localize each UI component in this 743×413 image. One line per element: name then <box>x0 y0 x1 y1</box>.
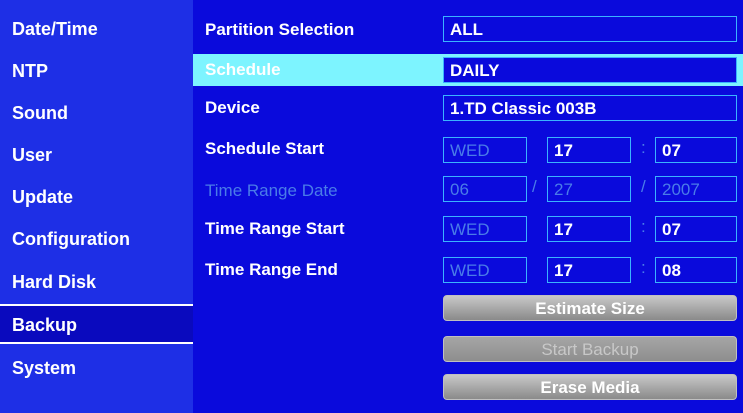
time-range-end-minute-field[interactable]: 08 <box>655 257 737 283</box>
time-range-start-day-field[interactable]: WED <box>443 216 527 242</box>
time-range-end-label: Time Range End <box>205 260 338 279</box>
time-range-start-colon: : <box>641 217 646 236</box>
schedule-field[interactable]: DAILY <box>443 57 737 83</box>
sidebar-item-update[interactable]: Update <box>0 176 193 218</box>
time-range-end-day-field[interactable]: WED <box>443 257 527 283</box>
device-field[interactable]: 1.TD Classic 003B <box>443 95 737 121</box>
sidebar-item-hard-disk[interactable]: Hard Disk <box>0 261 193 303</box>
sidebar-menu: Date/Time NTP Sound User Update Configur… <box>0 0 193 413</box>
time-range-date-slash-1: / <box>532 177 537 196</box>
sidebar-item-user[interactable]: User <box>0 134 193 176</box>
time-range-end-colon: : <box>641 258 646 277</box>
time-range-month-field[interactable]: 06 <box>443 176 527 202</box>
start-backup-button[interactable]: Start Backup <box>443 336 737 362</box>
partition-selection-label: Partition Selection <box>205 20 355 39</box>
sidebar-item-configuration[interactable]: Configuration <box>0 218 193 260</box>
time-range-year-field[interactable]: 2007 <box>655 176 737 202</box>
schedule-label: Schedule <box>205 60 281 79</box>
erase-media-button[interactable]: Erase Media <box>443 374 737 400</box>
schedule-start-day-field[interactable]: WED <box>443 137 527 163</box>
time-range-start-label: Time Range Start <box>205 219 345 238</box>
sidebar-item-backup[interactable]: Backup <box>0 304 193 344</box>
schedule-start-colon: : <box>641 138 646 157</box>
sidebar-item-sound[interactable]: Sound <box>0 92 193 134</box>
time-range-date-slash-2: / <box>641 177 646 196</box>
time-range-start-hour-field[interactable]: 17 <box>547 216 631 242</box>
partition-selection-field[interactable]: ALL <box>443 16 737 42</box>
backup-panel: Partition Selection ALL Schedule DAILY D… <box>193 0 743 413</box>
time-range-day-field[interactable]: 27 <box>547 176 631 202</box>
sidebar-item-system[interactable]: System <box>0 347 193 389</box>
time-range-end-hour-field[interactable]: 17 <box>547 257 631 283</box>
sidebar-item-date-time[interactable]: Date/Time <box>0 8 193 50</box>
device-label: Device <box>205 98 260 117</box>
schedule-start-hour-field[interactable]: 17 <box>547 137 631 163</box>
estimate-size-button[interactable]: Estimate Size <box>443 295 737 321</box>
backup-settings-screen: Date/Time NTP Sound User Update Configur… <box>0 0 743 413</box>
time-range-start-minute-field[interactable]: 07 <box>655 216 737 242</box>
sidebar-item-ntp[interactable]: NTP <box>0 50 193 92</box>
time-range-date-label: Time Range Date <box>205 181 338 200</box>
schedule-start-minute-field[interactable]: 07 <box>655 137 737 163</box>
schedule-start-label: Schedule Start <box>205 139 325 158</box>
